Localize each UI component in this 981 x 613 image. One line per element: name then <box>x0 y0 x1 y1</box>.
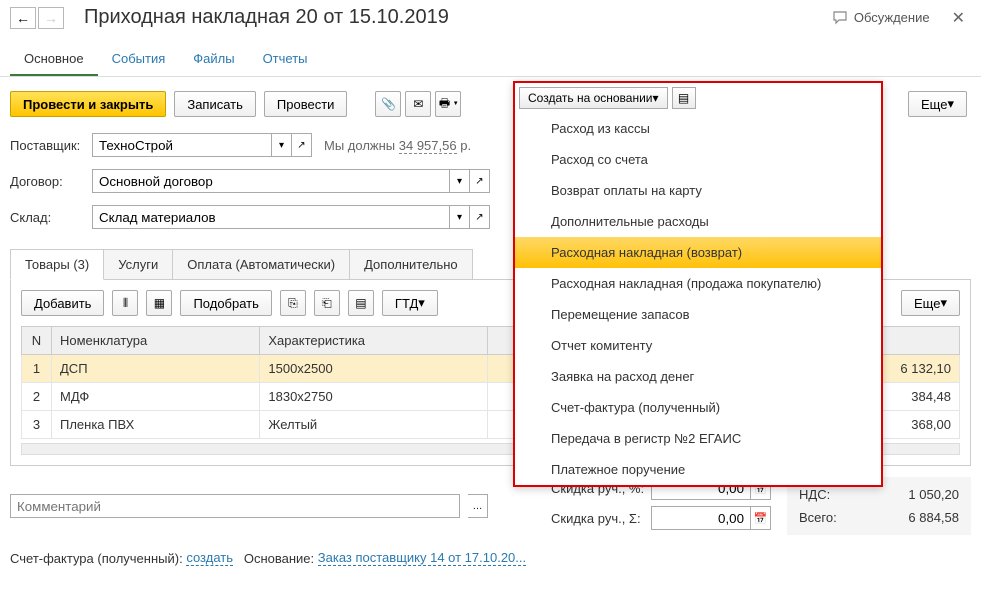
related-docs-icon[interactable]: ▤ <box>672 87 696 109</box>
page-title: Приходная накладная 20 от 15.10.2019 <box>84 6 833 29</box>
total-label: Всего: <box>799 510 837 525</box>
dropdown-item[interactable]: Заявка на расход денег <box>515 361 881 392</box>
table-more-button[interactable]: Еще ▾ <box>901 290 960 316</box>
dropdown-item[interactable]: Расход со счета <box>515 144 881 175</box>
dropdown-item[interactable]: Перемещение запасов <box>515 299 881 330</box>
supplier-open-icon[interactable]: ↗ <box>292 133 312 157</box>
warehouse-input[interactable] <box>92 205 450 229</box>
contract-dropdown-icon[interactable]: ▾ <box>450 169 470 193</box>
debt-text: Мы должны 34 957,56 р. <box>324 138 471 153</box>
pick-button[interactable]: Подобрать <box>180 290 271 316</box>
close-button[interactable]: ✕ <box>946 8 971 28</box>
attach-icon[interactable]: 📎 <box>375 91 401 117</box>
dropdown-item[interactable]: Дополнительные расходы <box>515 206 881 237</box>
vat-value: 1 050,20 <box>908 487 959 502</box>
comment-input[interactable] <box>10 494 460 518</box>
dropdown-item[interactable]: Расходная накладная (возврат) <box>515 237 881 268</box>
invoice-create-link[interactable]: создать <box>186 550 233 566</box>
dropdown-item[interactable]: Платежное поручение <box>515 454 881 485</box>
discount-sum-input[interactable] <box>651 506 751 530</box>
subtab-services[interactable]: Услуги <box>104 249 173 280</box>
mail-icon[interactable]: ✉ <box>405 91 431 117</box>
add-row-button[interactable]: Добавить <box>21 290 104 316</box>
warehouse-dropdown-icon[interactable]: ▾ <box>450 205 470 229</box>
basis-link[interactable]: Заказ поставщику 14 от 17.10.20... <box>318 550 526 566</box>
supplier-label: Поставщик: <box>10 138 92 153</box>
create-based-dropdown: Создать на основании ▾ ▤ Расход из кассы… <box>513 81 883 487</box>
tab-events[interactable]: События <box>98 43 180 76</box>
vat-label: НДС: <box>799 487 830 502</box>
tab-reports[interactable]: Отчеты <box>249 43 322 76</box>
basis-label: Основание: <box>244 551 314 566</box>
sheet-icon[interactable]: ▤ <box>348 290 374 316</box>
chat-icon <box>833 11 849 25</box>
col-characteristic[interactable]: Характеристика <box>260 327 487 355</box>
post-and-close-button[interactable]: Провести и закрыть <box>10 91 166 117</box>
scan-icon[interactable]: ▦ <box>146 290 172 316</box>
invoice-label: Счет-фактура (полученный): <box>10 551 183 566</box>
warehouse-open-icon[interactable]: ↗ <box>470 205 490 229</box>
subtab-additional[interactable]: Дополнительно <box>350 249 473 280</box>
back-button[interactable]: ← <box>10 7 36 29</box>
discuss-button[interactable]: Обсуждение <box>833 10 930 25</box>
subtab-goods[interactable]: Товары (3) <box>10 249 104 280</box>
contract-label: Договор: <box>10 174 92 189</box>
contract-input[interactable] <box>92 169 450 193</box>
copy-icon[interactable]: ⎘ <box>280 290 306 316</box>
supplier-input[interactable] <box>92 133 272 157</box>
discount-sum-label: Скидка руч., Σ: <box>551 511 651 526</box>
tab-files[interactable]: Файлы <box>179 43 248 76</box>
barcode-icon[interactable]: ⦀ <box>112 290 138 316</box>
print-icon[interactable]: 🖶 ▾ <box>435 91 461 117</box>
col-n[interactable]: N <box>22 327 52 355</box>
total-value: 6 884,58 <box>908 510 959 525</box>
supplier-dropdown-icon[interactable]: ▾ <box>272 133 292 157</box>
warehouse-label: Склад: <box>10 210 92 225</box>
dropdown-item[interactable]: Передача в регистр №2 ЕГАИС <box>515 423 881 454</box>
create-based-button[interactable]: Создать на основании ▾ <box>519 87 668 109</box>
col-total[interactable] <box>870 327 960 355</box>
comment-expand-icon[interactable]: … <box>468 494 488 518</box>
post-button[interactable]: Провести <box>264 91 348 117</box>
dropdown-item[interactable]: Возврат оплаты на карту <box>515 175 881 206</box>
calc-icon[interactable]: 📅 <box>751 506 771 530</box>
tab-main[interactable]: Основное <box>10 43 98 76</box>
more-button[interactable]: Еще ▾ <box>908 91 967 117</box>
forward-button[interactable]: → <box>38 7 64 29</box>
contract-open-icon[interactable]: ↗ <box>470 169 490 193</box>
gtd-button[interactable]: ГТД ▾ <box>382 290 438 316</box>
subtab-payment[interactable]: Оплата (Автоматически) <box>173 249 350 280</box>
col-nomenclature[interactable]: Номенклатура <box>52 327 260 355</box>
dropdown-item[interactable]: Расходная накладная (продажа покупателю) <box>515 268 881 299</box>
dropdown-item[interactable]: Отчет комитенту <box>515 330 881 361</box>
save-button[interactable]: Записать <box>174 91 256 117</box>
dropdown-item[interactable]: Расход из кассы <box>515 113 881 144</box>
dropdown-item[interactable]: Счет-фактура (полученный) <box>515 392 881 423</box>
paste-icon[interactable]: ⎗ <box>314 290 340 316</box>
